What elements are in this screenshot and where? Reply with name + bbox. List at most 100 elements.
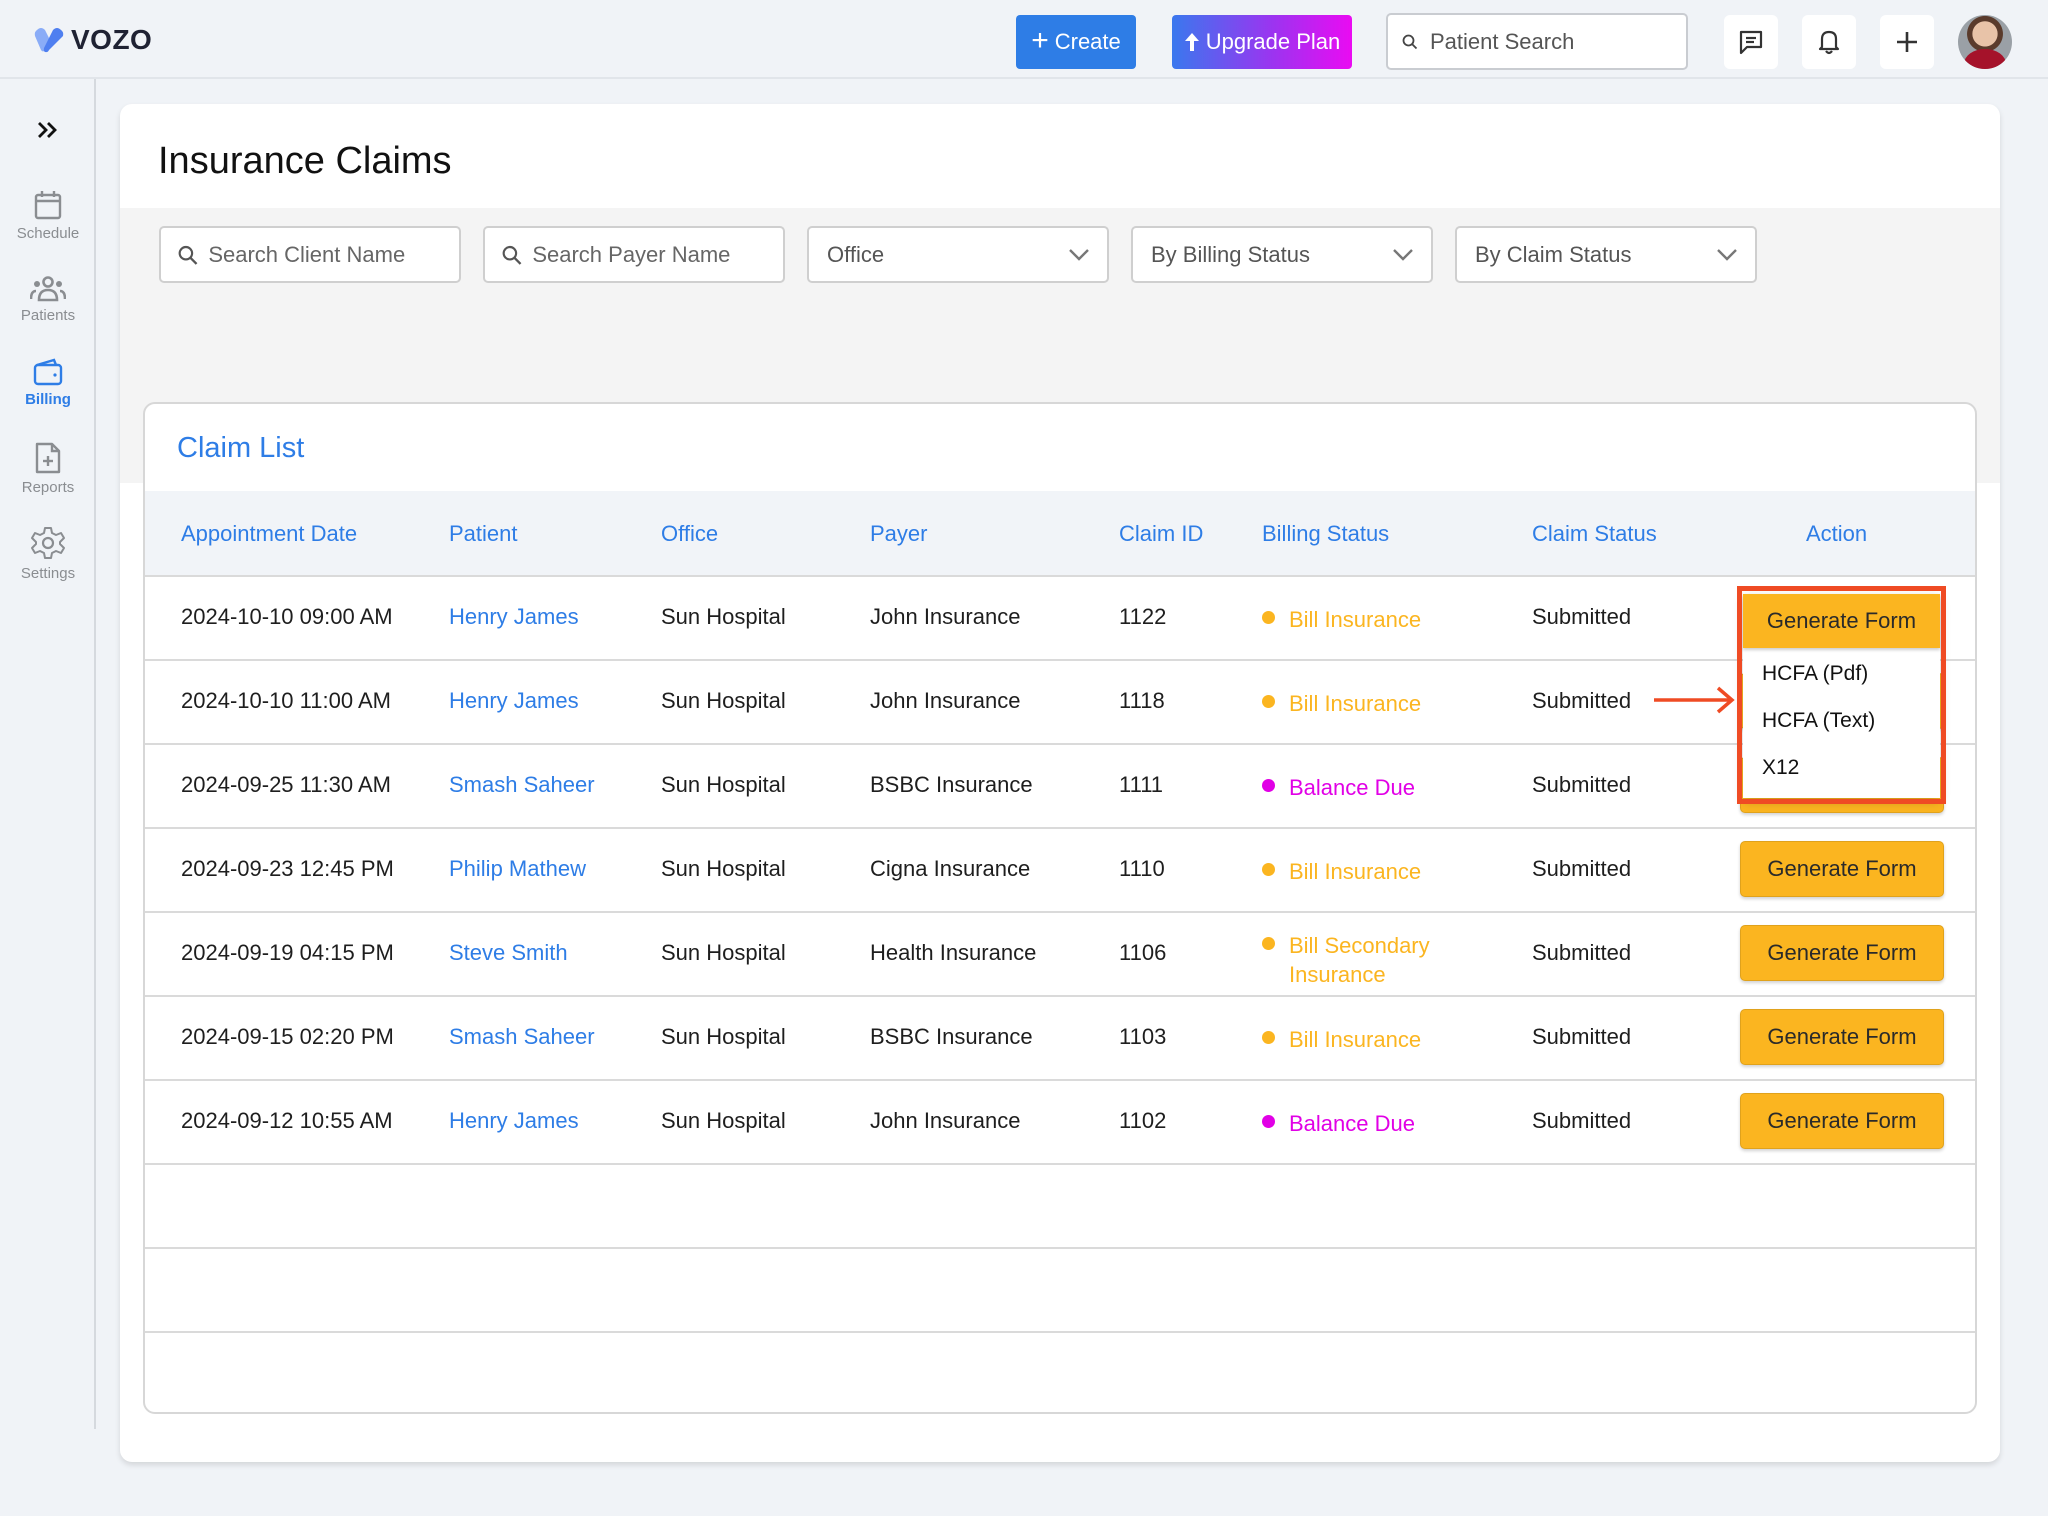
date-cell: 2024-10-10 09:00 AM [181, 604, 393, 629]
column-header-action: Action [1806, 521, 1868, 546]
calendar-icon [34, 191, 62, 220]
search-icon [502, 245, 522, 265]
logo-heart-icon [34, 28, 64, 53]
office-select[interactable]: Office [807, 226, 1109, 283]
status-dot-icon [1262, 1031, 1275, 1044]
generate-form-button[interactable]: Generate Form [1740, 841, 1944, 897]
payer-cell: Health Insurance [870, 940, 1037, 965]
patient-link[interactable]: Henry James [449, 1108, 579, 1134]
page-title: Insurance Claims [158, 140, 452, 182]
table-row: 2024-09-19 04:15 PM Steve Smith Sun Hospit… [145, 911, 1975, 995]
claim-id-cell: 1103 [1119, 1024, 1167, 1049]
billing-status-select[interactable]: By Billing Status [1131, 226, 1433, 283]
plus-icon: + [1031, 23, 1049, 57]
sidebar-item-reports[interactable]: Reports [0, 441, 96, 496]
patient-link[interactable]: Philip Mathew [449, 856, 586, 882]
wallet-icon [33, 358, 63, 386]
payer-name-search[interactable] [483, 226, 785, 283]
patient-search[interactable] [1386, 13, 1688, 70]
chevron-down-icon [1069, 248, 1089, 261]
office-cell: Sun Hospital [661, 1108, 786, 1133]
date-cell: 2024-09-12 10:55 AM [181, 1108, 393, 1133]
search-icon [178, 245, 198, 265]
empty-table-row [145, 1247, 1975, 1331]
office-select-value: Office [827, 241, 885, 267]
column-header-appointment-date[interactable]: Appointment Date [181, 521, 357, 547]
sidebar-item-billing[interactable]: Billing [0, 357, 96, 408]
column-header-billing-status[interactable]: Billing Status [1262, 521, 1389, 547]
arrow-up-icon [1184, 33, 1199, 51]
column-header-payer[interactable]: Payer [870, 521, 927, 547]
menu-item-hcfa-pdf[interactable]: HCFA (Pdf) [1762, 662, 1868, 686]
generate-form-button[interactable]: Generate Form [1740, 1009, 1944, 1065]
claim-status-select[interactable]: By Claim Status [1455, 226, 1757, 283]
patient-link[interactable]: Steve Smith [449, 940, 568, 966]
table-row: 2024-09-25 11:30 AM Smash Saheer Sun Hospi… [145, 743, 1975, 827]
claim-status-cell: Submitted [1532, 688, 1632, 713]
column-header-claim-status[interactable]: Claim Status [1532, 521, 1657, 547]
patient-search-input[interactable] [1430, 28, 1670, 55]
generate-form-button-open[interactable]: Generate Form [1743, 594, 1940, 648]
patient-link[interactable]: Henry James [449, 604, 579, 630]
claim-id-cell: 1102 [1119, 1108, 1167, 1133]
payer-cell: Cigna Insurance [870, 856, 1031, 881]
billing-status-label: Balance Due [1289, 775, 1415, 800]
sidebar-item-schedule[interactable]: Schedule [0, 189, 96, 242]
notifications-button[interactable] [1802, 15, 1856, 69]
menu-item-hcfa-text[interactable]: HCFA (Text) [1762, 709, 1875, 733]
payer-cell: John Insurance [870, 604, 1021, 629]
claim-status-cell: Submitted [1532, 1024, 1632, 1049]
claim-id-cell: 1122 [1119, 604, 1167, 629]
claim-id-cell: 1110 [1119, 856, 1165, 881]
status-dot-icon [1262, 611, 1275, 624]
client-name-input[interactable] [208, 241, 459, 268]
sidebar-item-settings[interactable]: Settings [0, 525, 96, 582]
claim-list-card: Claim List Appointment Date Patient Offi… [143, 402, 1977, 1414]
messages-button[interactable] [1724, 15, 1778, 69]
user-avatar[interactable] [1958, 15, 2012, 69]
billing-status-label: Balance Due [1289, 1111, 1415, 1136]
create-button[interactable]: + Create [1016, 15, 1136, 69]
sidebar-label: Billing [25, 391, 71, 408]
billing-status-cell: Bill Insurance [1262, 1025, 1432, 1054]
billing-status-cell: Bill Insurance [1262, 857, 1432, 886]
sidebar: Schedule Patients Billing Reports Settin… [0, 79, 96, 1429]
sidebar-label: Reports [21, 479, 75, 496]
search-icon [1402, 34, 1418, 49]
patient-link[interactable]: Smash Saheer [449, 772, 595, 798]
generate-form-button[interactable]: Generate Form [1740, 1093, 1944, 1149]
generate-form-button[interactable]: Generate Form [1740, 925, 1944, 981]
patient-link[interactable]: Henry James [449, 688, 579, 714]
sidebar-label: Patients [20, 307, 76, 324]
column-header-claim-id[interactable]: Claim ID [1119, 521, 1203, 547]
billing-status-label: Bill Secondary Insurance [1289, 933, 1430, 987]
annotation-arrow-icon [1654, 686, 1735, 714]
patient-link[interactable]: Smash Saheer [449, 1024, 595, 1050]
sidebar-item-patients[interactable]: Patients [0, 275, 96, 324]
claim-id-cell: 1118 [1119, 688, 1165, 713]
quick-add-button[interactable] [1880, 15, 1934, 69]
menu-item-x12[interactable]: X12 [1762, 756, 1799, 780]
vozo-logo[interactable]: VOZO [33, 24, 152, 56]
create-label: Create [1054, 29, 1121, 54]
empty-table-row [145, 1163, 1975, 1247]
sidebar-label: Schedule [16, 225, 80, 242]
client-name-search[interactable] [159, 226, 461, 283]
sidebar-expand-button[interactable] [30, 115, 66, 145]
payer-cell: John Insurance [870, 1108, 1021, 1133]
table-row: 2024-10-10 09:00 AM Henry James Sun Hospit… [145, 575, 1975, 659]
insurance-claims-page: Insurance Claims Office By Billing Statu… [120, 104, 2000, 1462]
billing-status-cell: Bill Secondary Insurance [1262, 931, 1432, 989]
upgrade-plan-button[interactable]: Upgrade Plan [1172, 15, 1352, 69]
empty-table-row [145, 1331, 1975, 1412]
billing-status-select-value: By Billing Status [1151, 241, 1310, 267]
claim-status-cell: Submitted [1532, 940, 1632, 965]
billing-status-label: Bill Insurance [1289, 1027, 1422, 1052]
chevron-down-icon [1393, 248, 1413, 261]
table-row: 2024-09-15 02:20 PM Smash Saheer Sun Hospi… [145, 995, 1975, 1079]
column-header-patient[interactable]: Patient [449, 521, 518, 547]
office-cell: Sun Hospital [661, 940, 786, 965]
gear-icon [31, 527, 65, 559]
column-header-office[interactable]: Office [661, 521, 718, 547]
payer-name-input[interactable] [532, 241, 783, 268]
